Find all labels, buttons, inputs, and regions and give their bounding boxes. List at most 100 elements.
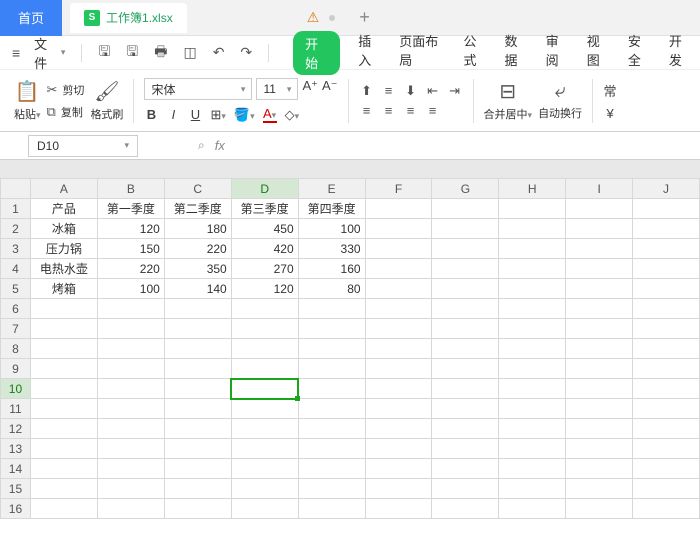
- cell-A3[interactable]: 压力锅: [30, 239, 97, 259]
- cell-I15[interactable]: [566, 479, 633, 499]
- cell-H1[interactable]: [499, 199, 566, 219]
- cell-J6[interactable]: [633, 299, 700, 319]
- align-justify-icon[interactable]: ≡: [425, 103, 441, 118]
- row-header-14[interactable]: 14: [1, 459, 31, 479]
- cell-C5[interactable]: 140: [164, 279, 231, 299]
- cell-B1[interactable]: 第一季度: [97, 199, 164, 219]
- cell-E13[interactable]: [298, 439, 365, 459]
- cell-D2[interactable]: 450: [231, 219, 298, 239]
- cell-J9[interactable]: [633, 359, 700, 379]
- print-icon[interactable]: 🖶: [148, 41, 173, 65]
- col-header-D[interactable]: D: [231, 179, 298, 199]
- cell-I12[interactable]: [566, 419, 633, 439]
- cut-button[interactable]: ✂剪切: [47, 82, 85, 98]
- row-header-7[interactable]: 7: [1, 319, 31, 339]
- cell-B6[interactable]: [97, 299, 164, 319]
- font-name-select[interactable]: 宋体▾: [144, 78, 252, 100]
- hamburger-icon[interactable]: ≡: [8, 45, 24, 61]
- align-center-icon[interactable]: ≡: [381, 103, 397, 118]
- cell-F11[interactable]: [365, 399, 432, 419]
- cell-D8[interactable]: [231, 339, 298, 359]
- cell-D11[interactable]: [231, 399, 298, 419]
- col-header-F[interactable]: F: [365, 179, 432, 199]
- cell-A16[interactable]: [30, 499, 97, 519]
- cell-H11[interactable]: [499, 399, 566, 419]
- cell-G4[interactable]: [432, 259, 499, 279]
- cell-G16[interactable]: [432, 499, 499, 519]
- cell-C16[interactable]: [164, 499, 231, 519]
- cell-A2[interactable]: 冰箱: [30, 219, 97, 239]
- cell-F2[interactable]: [365, 219, 432, 239]
- row-header-12[interactable]: 12: [1, 419, 31, 439]
- save-icon[interactable]: 🖫: [92, 41, 116, 65]
- increase-font-icon[interactable]: A⁺: [302, 78, 318, 100]
- cell-E15[interactable]: [298, 479, 365, 499]
- cell-A9[interactable]: [30, 359, 97, 379]
- cell-G13[interactable]: [432, 439, 499, 459]
- cell-B7[interactable]: [97, 319, 164, 339]
- cell-A7[interactable]: [30, 319, 97, 339]
- row-header-3[interactable]: 3: [1, 239, 31, 259]
- row-header-9[interactable]: 9: [1, 359, 31, 379]
- cell-E12[interactable]: [298, 419, 365, 439]
- border-button[interactable]: ⊞▾: [210, 107, 225, 123]
- cell-D1[interactable]: 第三季度: [231, 199, 298, 219]
- cell-E1[interactable]: 第四季度: [298, 199, 365, 219]
- cell-A10[interactable]: [30, 379, 97, 399]
- cell-G12[interactable]: [432, 419, 499, 439]
- col-header-E[interactable]: E: [298, 179, 365, 199]
- cell-E16[interactable]: [298, 499, 365, 519]
- cell-D5[interactable]: 120: [231, 279, 298, 299]
- row-header-8[interactable]: 8: [1, 339, 31, 359]
- ribbon-tab-data[interactable]: 数据: [505, 31, 528, 75]
- align-left-icon[interactable]: ≡: [359, 103, 375, 118]
- ribbon-tab-layout[interactable]: 页面布局: [399, 31, 445, 75]
- row-header-5[interactable]: 5: [1, 279, 31, 299]
- tab-home[interactable]: 首页: [0, 0, 62, 36]
- cell-B3[interactable]: 150: [97, 239, 164, 259]
- cell-E8[interactable]: [298, 339, 365, 359]
- cell-F10[interactable]: [365, 379, 432, 399]
- cell-I11[interactable]: [566, 399, 633, 419]
- cell-F4[interactable]: [365, 259, 432, 279]
- underline-button[interactable]: U: [188, 107, 202, 122]
- cell-H16[interactable]: [499, 499, 566, 519]
- cell-C8[interactable]: [164, 339, 231, 359]
- fx-icon[interactable]: fx: [215, 138, 225, 153]
- bold-button[interactable]: B: [144, 107, 158, 122]
- undo-icon[interactable]: ↶: [207, 44, 231, 61]
- cell-G14[interactable]: [432, 459, 499, 479]
- cell-J15[interactable]: [633, 479, 700, 499]
- cell-H12[interactable]: [499, 419, 566, 439]
- cell-G8[interactable]: [432, 339, 499, 359]
- cell-H9[interactable]: [499, 359, 566, 379]
- fill-color-button[interactable]: 🪣▾: [234, 107, 255, 123]
- cell-I1[interactable]: [566, 199, 633, 219]
- cell-J12[interactable]: [633, 419, 700, 439]
- cell-G15[interactable]: [432, 479, 499, 499]
- print-preview-icon[interactable]: ◫: [177, 44, 202, 61]
- cell-A4[interactable]: 电热水壶: [30, 259, 97, 279]
- new-tab-button[interactable]: +: [359, 7, 370, 28]
- align-middle-icon[interactable]: ≡: [381, 83, 397, 99]
- cell-G11[interactable]: [432, 399, 499, 419]
- merge-cells-button[interactable]: ⊟ 合并居中▾: [484, 79, 533, 122]
- cell-D10[interactable]: [231, 379, 298, 399]
- cell-G10[interactable]: [432, 379, 499, 399]
- cell-I6[interactable]: [566, 299, 633, 319]
- currency-icon[interactable]: ¥: [603, 106, 617, 121]
- cell-J13[interactable]: [633, 439, 700, 459]
- cell-D15[interactable]: [231, 479, 298, 499]
- col-header-C[interactable]: C: [164, 179, 231, 199]
- cell-J11[interactable]: [633, 399, 700, 419]
- cell-H10[interactable]: [499, 379, 566, 399]
- cell-J2[interactable]: [633, 219, 700, 239]
- tab-workbook[interactable]: S 工作簿1.xlsx: [70, 3, 187, 33]
- cell-G6[interactable]: [432, 299, 499, 319]
- row-header-11[interactable]: 11: [1, 399, 31, 419]
- cell-D14[interactable]: [231, 459, 298, 479]
- cell-I5[interactable]: [566, 279, 633, 299]
- cell-E14[interactable]: [298, 459, 365, 479]
- row-header-10[interactable]: 10: [1, 379, 31, 399]
- cell-J4[interactable]: [633, 259, 700, 279]
